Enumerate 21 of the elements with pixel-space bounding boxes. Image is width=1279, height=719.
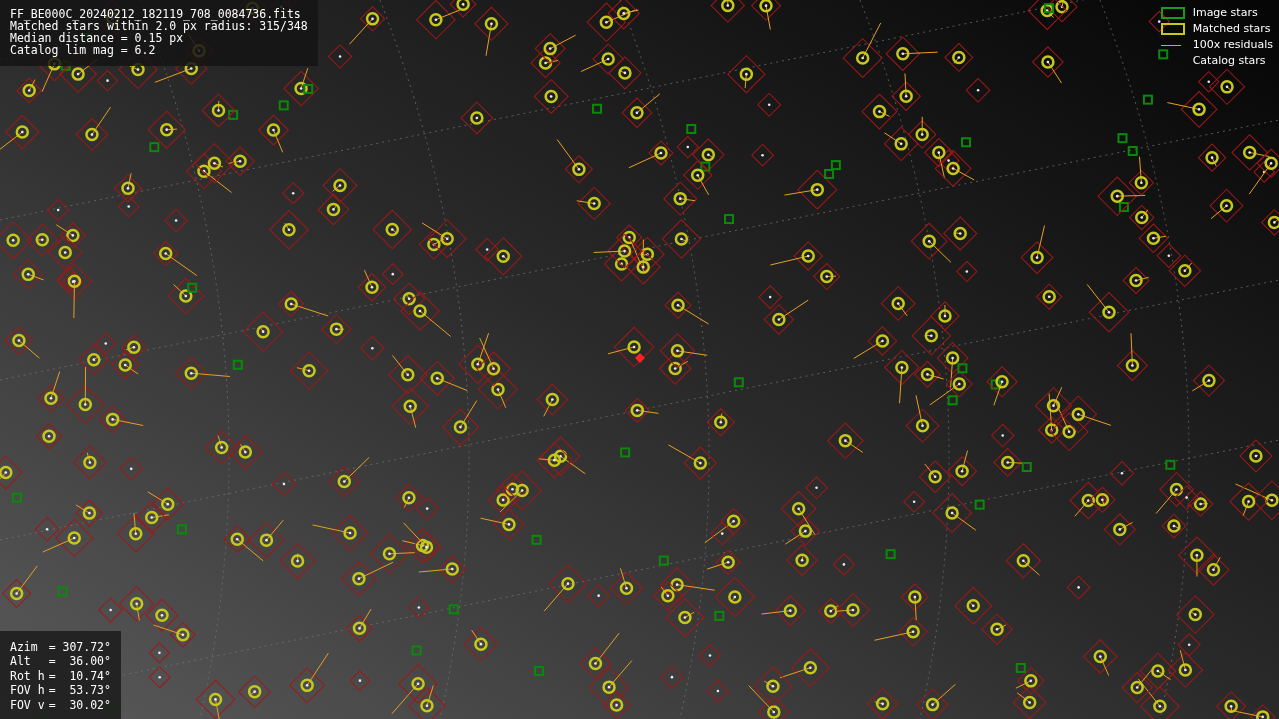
pointing-value: = 307.72° [48,640,111,653]
info-text: Median distance = 0.15 px [10,32,184,44]
info-text: Catalog lim mag = 6.2 [10,44,157,56]
legend-label: Image stars [1192,6,1259,20]
pointing-label: FOV h [10,684,45,697]
legend-label: 100x residuals [1192,38,1273,52]
legend-label: Catalog stars [1192,54,1267,68]
pointing-label: Alt [10,655,32,668]
legend-line-swatch [1160,44,1181,46]
pointing-label: Rot h [10,669,45,682]
legend-label: Matched stars [1192,22,1272,36]
info-text: Matched stars within 2.0 px radius: 315/348 [10,20,308,32]
pointing-label: Azim [10,640,39,653]
legend-box-swatch [1160,7,1185,19]
legend-box-swatch [1160,23,1185,35]
pointing-value: = 10.74° [48,669,111,682]
pointing-label: FOV v [10,698,45,711]
pointing-value: = 30.02° [48,698,111,711]
info-text: FF_BE000C_20240212_182119_708_0084736.fits [10,8,302,20]
pointing-value: = 36.00° [48,655,111,668]
pointing-value: = 53.73° [48,684,111,697]
